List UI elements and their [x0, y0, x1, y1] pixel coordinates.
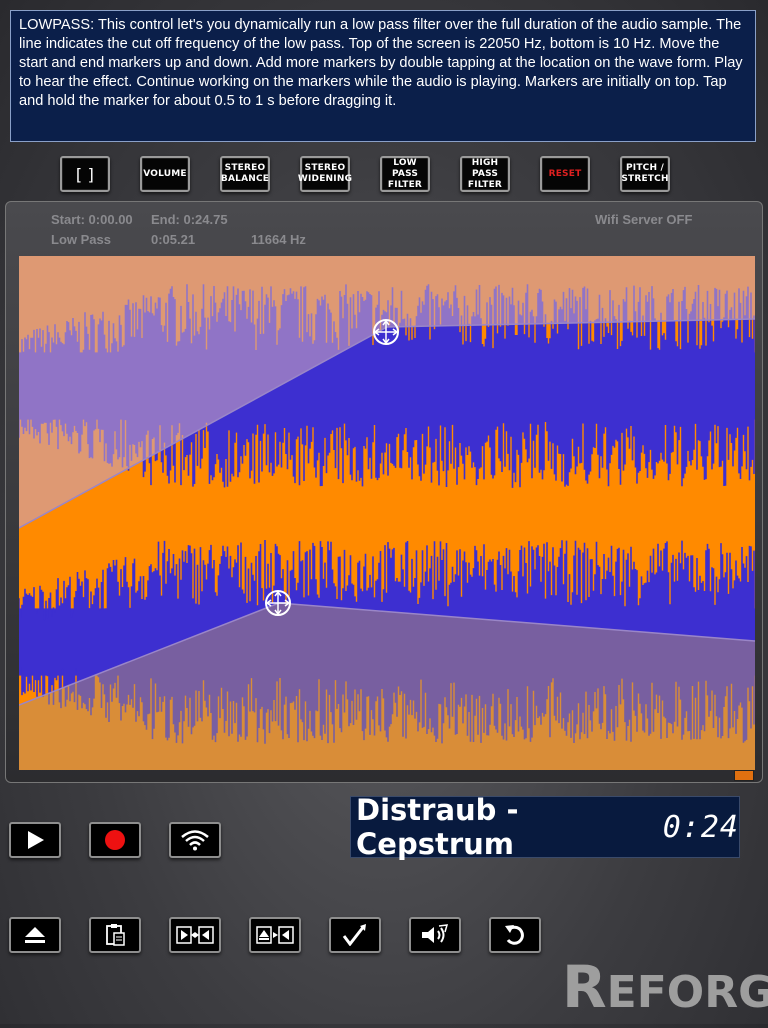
reset-button[interactable]: Reset [540, 156, 590, 192]
effect-icon [422, 924, 449, 943]
play-icon [28, 831, 44, 849]
normalize-button[interactable] [329, 917, 381, 953]
undo-button[interactable] [489, 917, 541, 953]
end-time: End: 0:24.75 [151, 212, 228, 227]
stereo-widening-label: Stereo Widening [297, 163, 353, 184]
marker-handle-bottom[interactable] [265, 590, 291, 616]
waveform-canvas[interactable] [19, 256, 755, 770]
help-text: LOWPASS: This control let's you dynamica… [19, 17, 743, 109]
undo-icon [505, 925, 524, 945]
low-pass-filter-button[interactable]: Low Pass Filter [380, 156, 430, 192]
stereo-balance-button[interactable]: Stereo Balance [220, 156, 270, 192]
effect-button[interactable] [409, 917, 461, 953]
low-pass-label: Low Pass Filter [387, 157, 423, 190]
stereo-balance-label: Stereo Balance [220, 163, 270, 184]
volume-label: Volume [143, 168, 187, 179]
stereo-widening-button[interactable]: Stereo Widening [297, 156, 353, 192]
now-playing-display: Distraub - Cepstrum 0:24 [350, 793, 740, 861]
effect-name: Low Pass [51, 232, 111, 247]
high-pass-label: High Pass Filter [467, 157, 503, 190]
high-pass-filter-button[interactable]: High Pass Filter [460, 156, 510, 192]
start-time: Start: 0:00.00 [51, 212, 133, 227]
selection-label: [ ] [75, 164, 95, 184]
logo-initial: R [562, 953, 607, 1021]
reforge-logo: REFORGE [562, 952, 768, 1028]
volume-button[interactable]: Volume [140, 156, 190, 192]
timeline-scroll-handle[interactable] [734, 770, 754, 781]
trim-button[interactable] [169, 917, 221, 953]
marker-handle-top[interactable] [373, 319, 399, 345]
wifi-icon [181, 830, 209, 851]
normalize-icon [342, 924, 366, 946]
wifi-server-status: Wifi Server OFF [595, 212, 693, 227]
record-icon [105, 830, 125, 850]
cutoff-frequency: 11664 Hz [251, 232, 306, 247]
selection-button[interactable]: [ ] [60, 156, 110, 192]
eject-button[interactable] [9, 917, 61, 953]
marker-time: 0:05.21 [151, 232, 196, 247]
track-time: 0:24 [662, 809, 739, 845]
insert-icon [256, 926, 294, 944]
help-text-panel: LOWPASS: This control let's you dynamica… [10, 10, 756, 142]
track-name: Distraub - Cepstrum [356, 793, 519, 861]
insert-button[interactable] [249, 917, 301, 953]
reset-label: Reset [548, 168, 582, 179]
record-button[interactable] [89, 822, 141, 858]
waveform-panel: Start: 0:00.00 End: 0:24.75 Wifi Server … [5, 201, 763, 783]
logo-rest: EFORGE [606, 967, 768, 1018]
paste-button[interactable] [89, 917, 141, 953]
pitch-stretch-button[interactable]: Pitch / Stretch [620, 156, 670, 192]
paste-icon [106, 924, 125, 946]
pitch-stretch-label: Pitch / Stretch [621, 163, 669, 184]
eject-icon [25, 927, 45, 943]
trim-icon [176, 926, 214, 944]
play-button[interactable] [9, 822, 61, 858]
wifi-button[interactable] [169, 822, 221, 858]
